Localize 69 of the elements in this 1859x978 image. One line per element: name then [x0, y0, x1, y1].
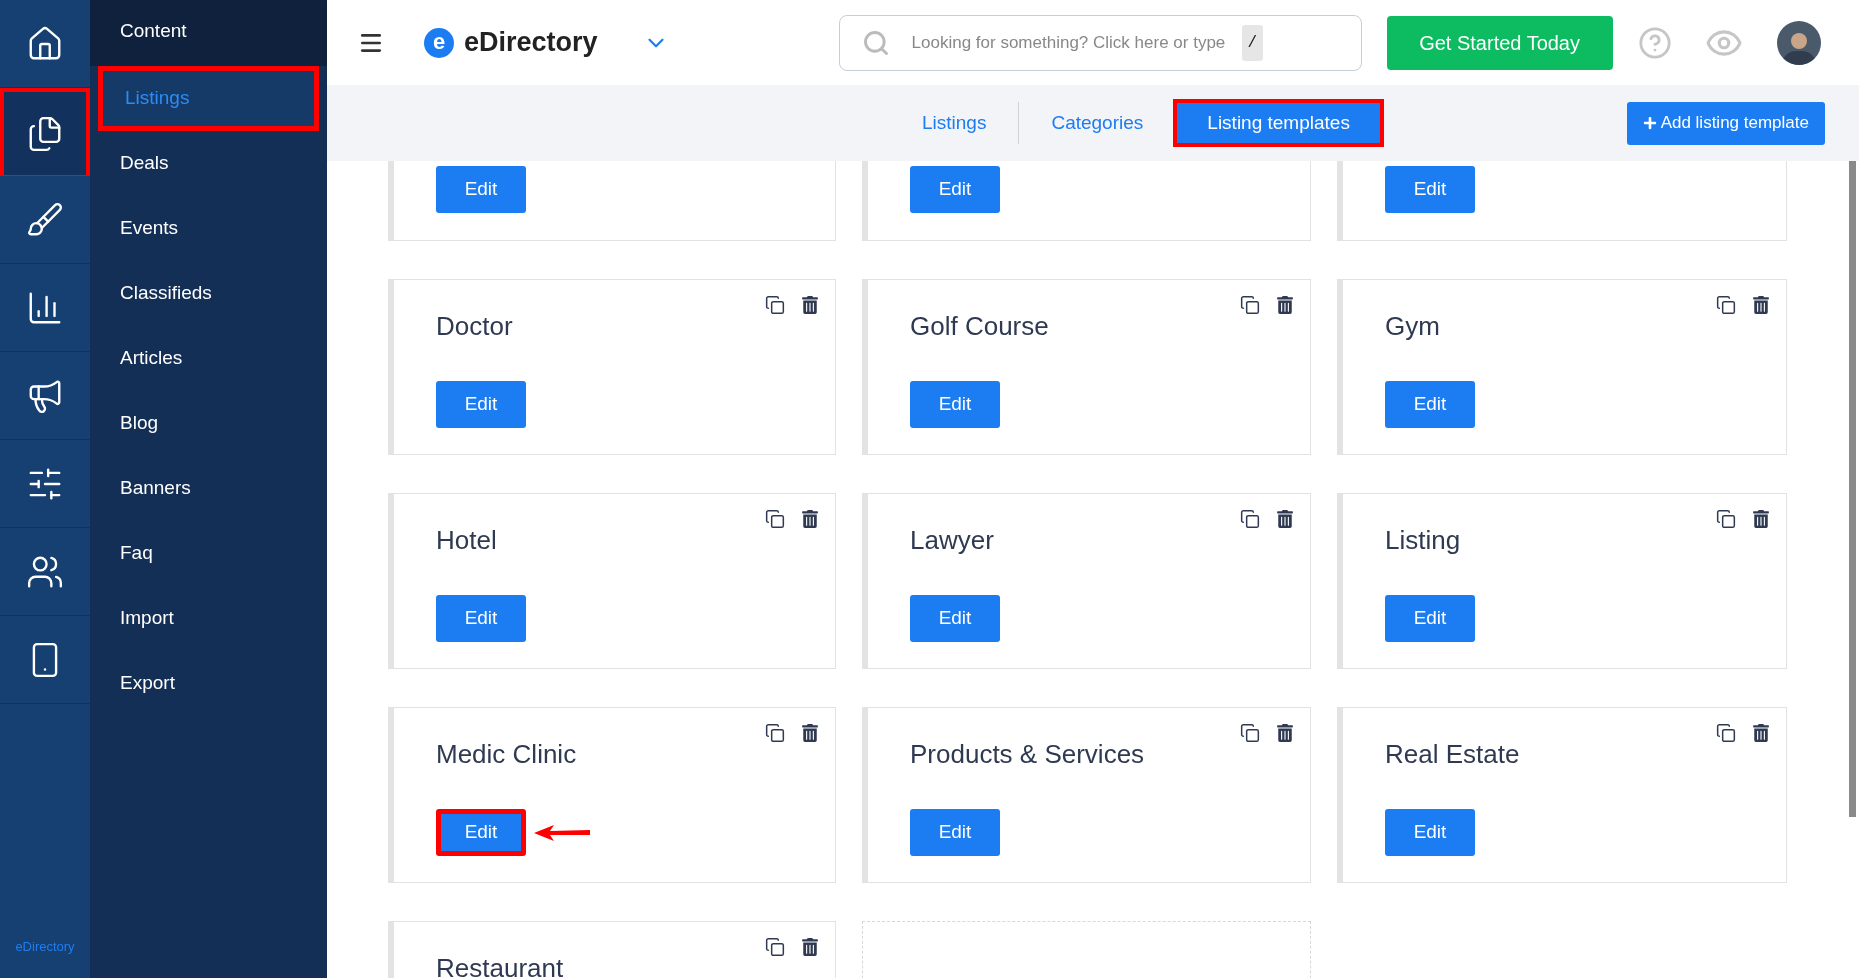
template-name: Products & Services	[910, 740, 1145, 768]
edit-button[interactable]: Edit	[436, 166, 526, 213]
edit-button[interactable]: Edit	[910, 809, 1000, 856]
footer-brand: eDirectory	[14, 937, 76, 956]
tab[interactable]: Categories	[1021, 99, 1174, 147]
duplicate-icon[interactable]	[1716, 509, 1736, 529]
brand-mark: e	[424, 27, 454, 58]
duplicate-icon[interactable]	[765, 723, 785, 743]
submenu-item[interactable]: Articles	[98, 326, 319, 391]
trash-icon[interactable]	[801, 724, 819, 742]
submenu-item[interactable]: Deals	[98, 131, 319, 196]
edit-button[interactable]: Edit	[910, 595, 1000, 642]
duplicate-icon[interactable]	[1716, 295, 1736, 315]
template-name: Gym	[1385, 312, 1441, 340]
submenu-item[interactable]: Events	[98, 196, 319, 261]
trash-icon[interactable]	[801, 510, 819, 528]
submenu-item[interactable]: Listings	[98, 66, 319, 131]
submenu-item[interactable]: Import	[98, 586, 319, 651]
trash-icon[interactable]	[1276, 510, 1294, 528]
template-name: Doctor	[436, 312, 514, 340]
template-name: Lawyer	[910, 526, 995, 554]
plus-icon	[1642, 116, 1657, 130]
annotation-arrow	[534, 824, 590, 841]
edit-button[interactable]: Edit	[1385, 809, 1475, 856]
brand-name: eDirectory	[464, 26, 598, 60]
search-field[interactable]: Looking for something? Click here or type /	[838, 14, 1362, 71]
scrollbar[interactable]	[1849, 161, 1856, 817]
edit-button[interactable]: Edit	[910, 381, 1000, 428]
edit-button[interactable]: Edit	[436, 381, 526, 428]
edit-button[interactable]: Edit	[1385, 595, 1475, 642]
search-icon	[861, 28, 890, 57]
duplicate-icon[interactable]	[1240, 509, 1260, 529]
template-name: Listing	[1385, 526, 1462, 554]
submenu-title: Content	[90, 0, 327, 66]
template-name: Real Estate	[1385, 740, 1520, 768]
trash-icon[interactable]	[1752, 510, 1770, 528]
template-name: Hotel	[436, 526, 498, 554]
submenu-item[interactable]: Faq	[98, 521, 319, 586]
add-template-button[interactable]: Add listing template	[1626, 101, 1825, 145]
tab[interactable]: Listings	[892, 99, 1017, 147]
trash-icon[interactable]	[1752, 724, 1770, 742]
submenu-item[interactable]: Banners	[98, 456, 319, 521]
trash-icon[interactable]	[1276, 296, 1294, 314]
get-started-button[interactable]: Get Started Today	[1386, 15, 1613, 70]
edit-button[interactable]: Edit	[436, 809, 526, 856]
template-name: Medic Clinic	[436, 740, 578, 768]
submenu-item[interactable]: Export	[98, 651, 319, 716]
submenu-item[interactable]: Classifieds	[98, 261, 319, 326]
edit-button[interactable]: Edit	[910, 166, 1000, 213]
trash-icon[interactable]	[801, 296, 819, 314]
duplicate-icon[interactable]	[765, 937, 785, 957]
duplicate-icon[interactable]	[765, 509, 785, 529]
template-name: Restaurant	[436, 954, 564, 978]
trash-icon[interactable]	[1752, 296, 1770, 314]
duplicate-icon[interactable]	[1240, 295, 1260, 315]
trash-icon[interactable]	[1276, 724, 1294, 742]
tab[interactable]: Listing templates	[1173, 99, 1384, 147]
duplicate-icon[interactable]	[1240, 723, 1260, 743]
edit-button[interactable]: Edit	[1385, 381, 1475, 428]
edit-button[interactable]: Edit	[436, 595, 526, 642]
submenu-item[interactable]: Blog	[98, 391, 319, 456]
search-input[interactable]: Looking for something? Click here or type	[911, 29, 1242, 56]
trash-icon[interactable]	[801, 938, 819, 956]
duplicate-icon[interactable]	[1716, 723, 1736, 743]
shortcut-key: /	[1241, 24, 1264, 61]
sidebar-icon-button[interactable]	[0, 88, 90, 176]
template-name: Golf Course	[910, 312, 1049, 340]
duplicate-icon[interactable]	[765, 295, 785, 315]
edit-button[interactable]: Edit	[1385, 166, 1475, 213]
